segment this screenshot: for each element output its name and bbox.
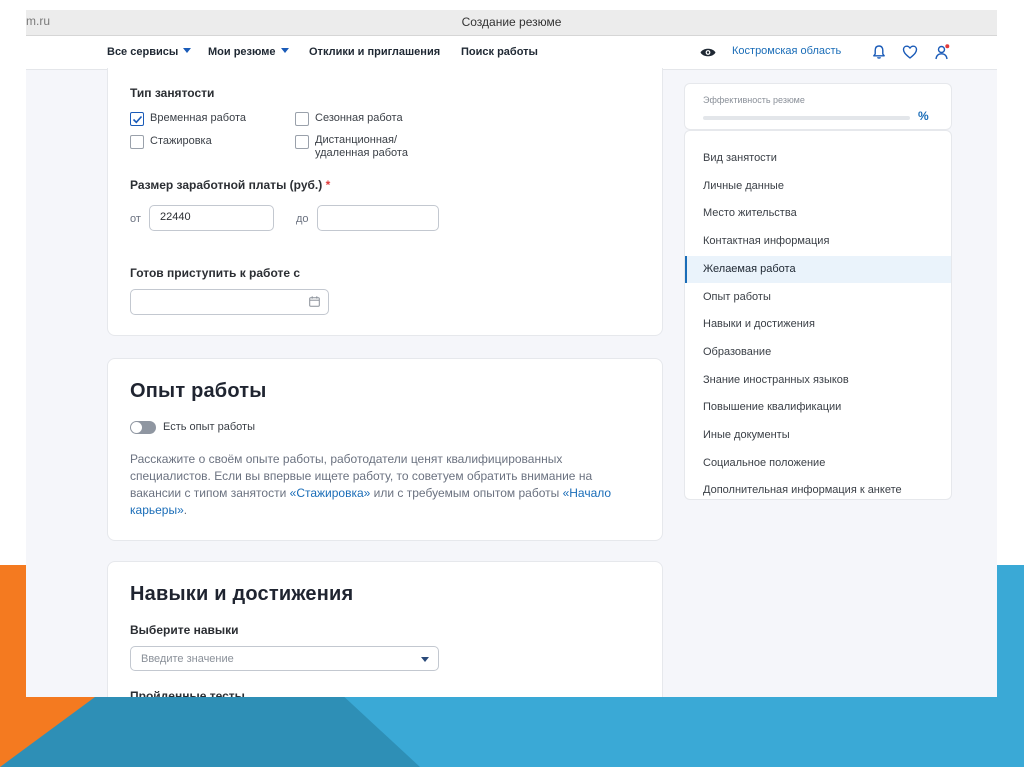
- sidebar-item-residence[interactable]: Место жительства: [685, 200, 951, 227]
- chevron-down-icon: [421, 657, 429, 662]
- efficiency-label: Эффективность резюме: [703, 95, 805, 105]
- sidebar-item-work-experience[interactable]: Опыт работы: [685, 284, 951, 311]
- checkbox-label-seasonal-work: Сезонная работа: [315, 112, 403, 124]
- bell-icon[interactable]: [871, 44, 887, 60]
- passed-tests-label: Пройденные тесты: [130, 689, 245, 697]
- heart-icon[interactable]: [902, 44, 918, 60]
- top-navigation: Все сервисы Мои резюме Отклики и приглаш…: [26, 36, 997, 70]
- skills-select[interactable]: Введите значение: [130, 646, 439, 671]
- checkbox-label-internship: Стажировка: [150, 135, 212, 147]
- resume-sections-nav: Вид занятости Личные данные Место житель…: [684, 130, 952, 500]
- start-date-input[interactable]: [130, 289, 329, 315]
- sidebar-item-qualification[interactable]: Повышение квалификации: [685, 394, 951, 421]
- sidebar-item-personal-data[interactable]: Личные данные: [685, 173, 951, 200]
- nav-responses-invitations[interactable]: Отклики и приглашения: [309, 46, 440, 58]
- nav-job-search[interactable]: Поиск работы: [461, 46, 538, 58]
- nav-my-resumes[interactable]: Мои резюме: [208, 46, 289, 58]
- screenshot-frame: m.ru Создание резюме Все сервисы Мои рез…: [26, 10, 997, 697]
- slide-decoration-bottom: [0, 697, 1024, 767]
- employment-type-label: Тип занятости: [130, 86, 215, 100]
- efficiency-progress-bar: [703, 116, 910, 120]
- nav-all-services[interactable]: Все сервисы: [107, 46, 192, 58]
- experience-description: Расскажите о своём опыте работы, работод…: [130, 452, 612, 517]
- sidebar-item-desired-job[interactable]: Желаемая работа: [685, 256, 951, 283]
- salary-label: Размер заработной платы (руб.) *: [130, 178, 331, 192]
- chevron-down-icon: [280, 48, 289, 53]
- required-mark: *: [325, 178, 331, 192]
- sidebar-item-additional-info[interactable]: Дополнительная информация к анкете: [685, 477, 951, 504]
- browser-tab-title: Создание резюме: [461, 15, 562, 29]
- checkmark-icon: [132, 115, 143, 124]
- checkbox-internship[interactable]: [130, 135, 144, 149]
- sidebar-item-employment-type[interactable]: Вид занятости: [685, 145, 951, 172]
- sidebar-item-other-documents[interactable]: Иные документы: [685, 422, 951, 449]
- efficiency-percent: %: [918, 109, 929, 123]
- calendar-icon[interactable]: [309, 296, 320, 307]
- skills-card: Навыки и достижения Выберите навыки Введ…: [107, 561, 663, 697]
- salary-to-label: до: [296, 213, 309, 225]
- user-icon[interactable]: [934, 44, 950, 60]
- work-experience-title: Опыт работы: [130, 380, 267, 402]
- start-date-label: Готов приступить к работе с: [130, 266, 301, 280]
- eye-icon[interactable]: [700, 47, 716, 58]
- salary-from-label: от: [130, 213, 141, 225]
- sidebar-item-social-status[interactable]: Социальное положение: [685, 450, 951, 477]
- salary-from-input[interactable]: 22440: [149, 205, 274, 231]
- checkbox-temporary-work[interactable]: [130, 112, 144, 126]
- sidebar-item-languages[interactable]: Знание иностранных языков: [685, 367, 951, 394]
- sidebar-item-skills[interactable]: Навыки и достижения: [685, 311, 951, 338]
- desired-job-card: Тип занятости Временная работа Сезонная …: [107, 68, 663, 336]
- skills-select-label: Выберите навыки: [130, 623, 239, 637]
- work-experience-card: Опыт работы Есть опыт работы Расскажите …: [107, 358, 663, 541]
- chevron-down-icon: [183, 48, 192, 53]
- region-selector[interactable]: Костромская область: [732, 45, 841, 57]
- sidebar-item-education[interactable]: Образование: [685, 339, 951, 366]
- checkbox-remote-work[interactable]: [295, 135, 309, 149]
- sidebar-item-contact-info[interactable]: Контактная информация: [685, 228, 951, 255]
- salary-to-input[interactable]: [317, 205, 439, 231]
- skills-select-placeholder: Введите значение: [141, 653, 234, 665]
- checkbox-seasonal-work[interactable]: [295, 112, 309, 126]
- checkbox-label-temporary-work: Временная работа: [150, 112, 246, 124]
- experience-toggle[interactable]: [130, 421, 156, 434]
- internship-link[interactable]: «Стажировка»: [290, 486, 371, 500]
- resume-efficiency: Эффективность резюме %: [684, 83, 952, 130]
- experience-toggle-label: Есть опыт работы: [163, 421, 255, 433]
- browser-bar: m.ru Создание резюме: [26, 10, 997, 36]
- skills-title: Навыки и достижения: [130, 583, 354, 605]
- checkbox-label-remote-work: Дистанционная/удаленная работа: [315, 134, 408, 159]
